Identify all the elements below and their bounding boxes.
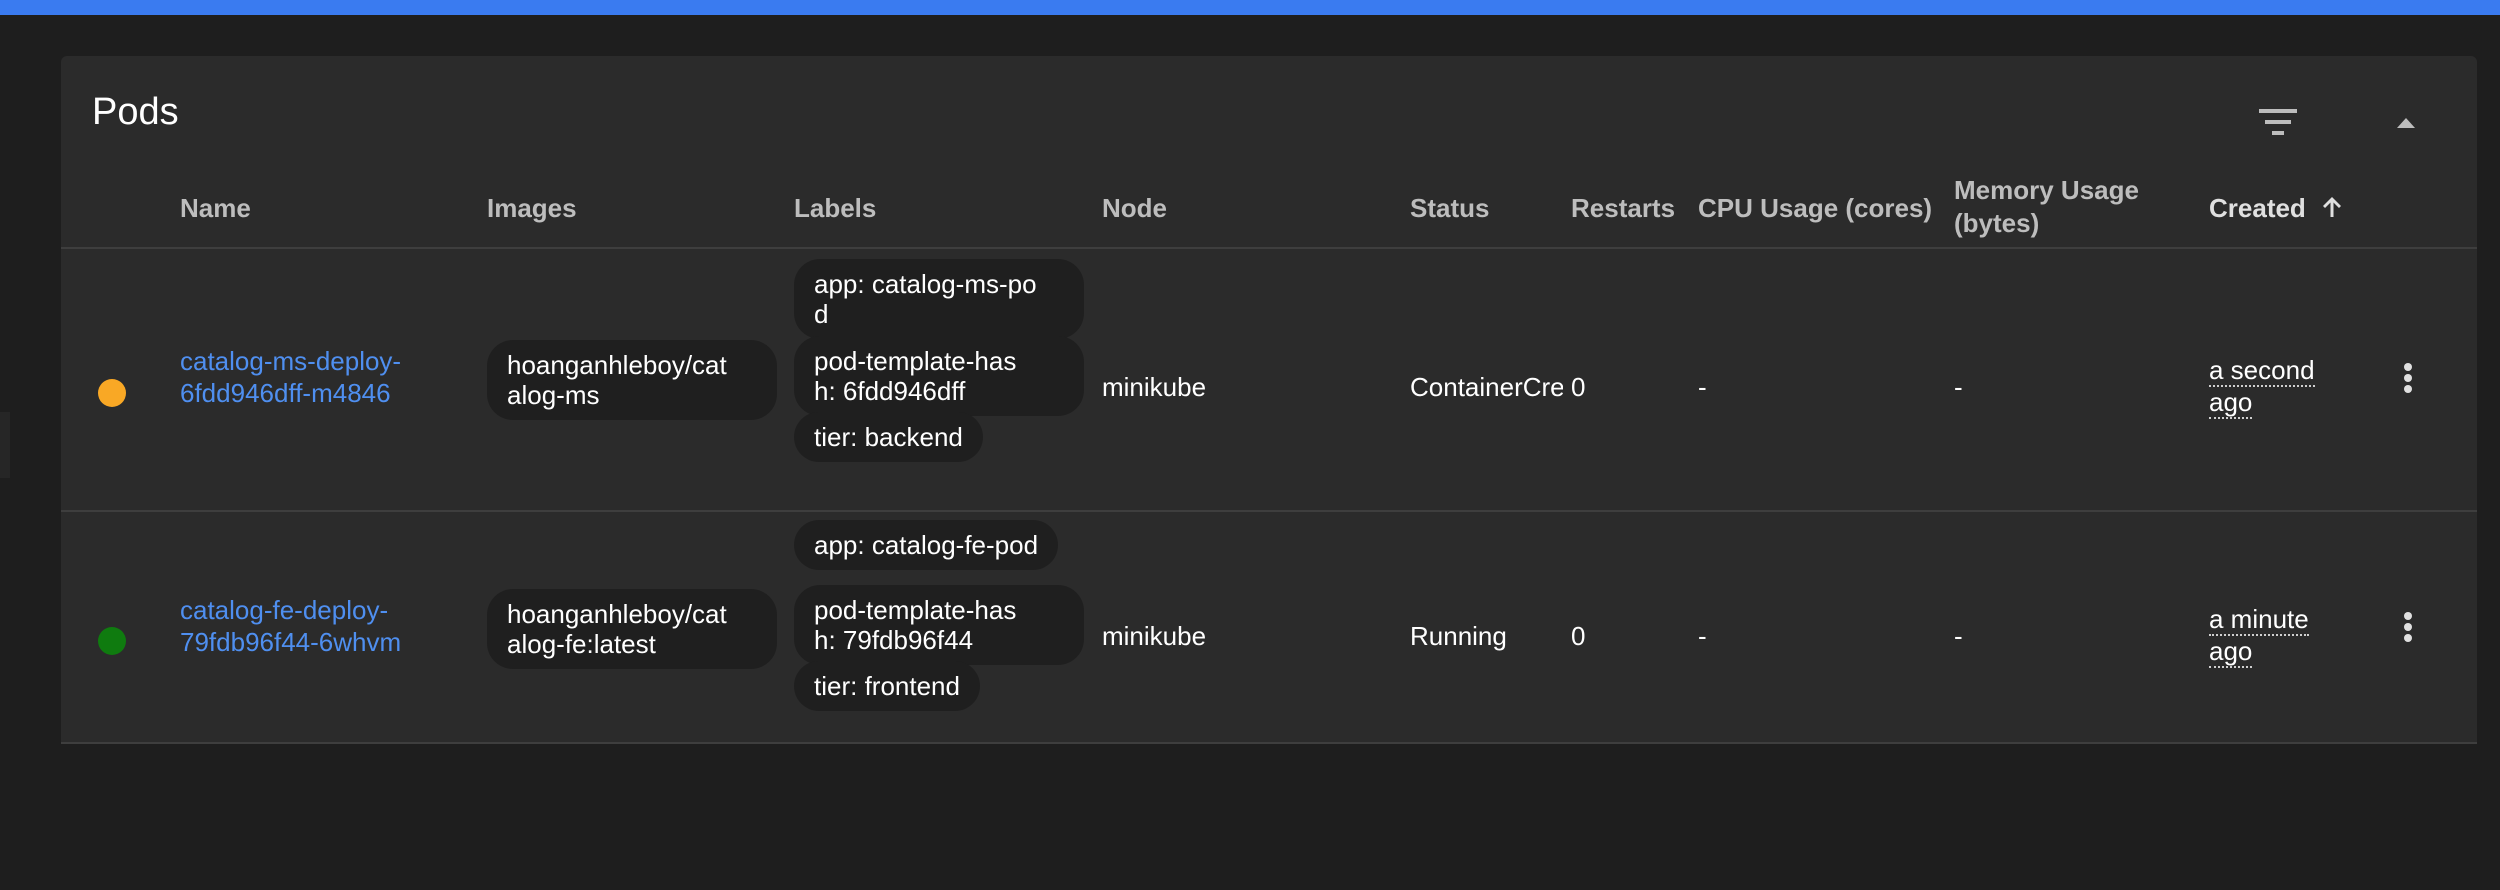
label-chip-tier-text: tier: backend	[814, 422, 963, 452]
header-memory-line1: Memory Usage	[1954, 175, 2139, 205]
status-cell: Running	[1410, 621, 1507, 651]
header-status[interactable]: Status	[1410, 192, 1489, 225]
image-chip-line1: hoanganhleboy/cat	[507, 350, 727, 380]
label-chip-hash-line2: h: 79fdb96f44	[814, 625, 974, 655]
header-created-label: Created	[2209, 193, 2306, 223]
top-accent-bar	[0, 0, 2500, 15]
restarts-cell: 0	[1571, 621, 1586, 651]
header-memory[interactable]: Memory Usage (bytes)	[1954, 174, 2139, 240]
pod-name-line1: catalog-fe-deploy-	[180, 595, 389, 625]
image-chip: hoanganhleboy/cat alog-ms	[487, 340, 777, 420]
filter-icon	[2259, 109, 2297, 135]
memory-cell: -	[1954, 621, 1963, 651]
header-restarts[interactable]: Restarts	[1571, 192, 1675, 225]
header-node[interactable]: Node	[1102, 192, 1167, 225]
label-chip-pod-template-hash: pod-template-has h: 6fdd946dff	[794, 336, 1084, 416]
label-chip-app: app: catalog-fe-pod	[794, 520, 1059, 570]
created-time-line2: ago	[2209, 636, 2253, 668]
pod-name-link[interactable]: catalog-ms-deploy- 6fdd946dff-m4846	[180, 345, 401, 409]
cpu-cell: -	[1698, 621, 1707, 651]
node-cell: minikube	[1102, 621, 1207, 651]
row-actions-button[interactable]	[2388, 597, 2428, 657]
created-time: a minute ago	[2209, 603, 2309, 668]
pods-card: Pods Name Images Labels Node Status Rest…	[61, 56, 2477, 744]
row-actions-button[interactable]	[2388, 348, 2428, 408]
label-chip-hash-line1: pod-template-has	[814, 346, 1017, 376]
pod-name-line1: catalog-ms-deploy-	[180, 346, 402, 376]
label-chip-tier-text: tier: frontend	[814, 671, 960, 701]
pod-name-line2: 79fdb96f44-6whvm	[180, 627, 402, 657]
status-indicator-pending	[98, 379, 126, 407]
header-labels: Labels	[794, 193, 877, 223]
more-vert-icon	[2404, 363, 2412, 393]
label-chip-tier: tier: frontend	[794, 661, 980, 711]
created-time-line1: a minute	[2209, 604, 2309, 636]
side-panel-edge	[0, 412, 10, 478]
memory-cell: -	[1954, 372, 1963, 402]
header-cpu[interactable]: CPU Usage (cores)	[1698, 192, 1932, 225]
arrow-up-icon	[2323, 197, 2342, 217]
table-row: catalog-fe-deploy- 79fdb96f44-6whvm hoan…	[61, 512, 2477, 744]
created-time-line2: ago	[2209, 387, 2253, 419]
label-chip-app-line1: app: catalog-ms-po	[814, 269, 1037, 299]
image-chip-line2: alog-fe:latest	[507, 629, 656, 659]
image-chip-line1: hoanganhleboy/cat	[507, 599, 727, 629]
label-chip-hash-line1: pod-template-has	[814, 595, 1017, 625]
pod-name-link[interactable]: catalog-fe-deploy- 79fdb96f44-6whvm	[180, 594, 401, 658]
node-cell: minikube	[1102, 372, 1207, 402]
status-cell: ContainerCreating	[1410, 372, 1563, 402]
created-time-line1: a second	[2209, 355, 2315, 387]
header-created[interactable]: Created	[2209, 192, 2345, 225]
more-vert-icon	[2404, 612, 2412, 642]
image-chip-line2: alog-ms	[507, 380, 600, 410]
label-chip-app: app: catalog-ms-po d	[794, 259, 1084, 339]
chevron-up-icon	[2397, 118, 2415, 128]
header-memory-line2: (bytes)	[1954, 208, 2040, 238]
status-indicator-running	[98, 627, 126, 655]
header-name[interactable]: Name	[180, 192, 251, 225]
filter-button[interactable]	[2243, 92, 2313, 152]
restarts-cell: 0	[1571, 372, 1586, 402]
table-bottom-divider	[61, 742, 2477, 744]
label-chip-hash-line2: h: 6fdd946dff	[814, 376, 966, 406]
header-images[interactable]: Images	[487, 192, 577, 225]
label-chip-pod-template-hash: pod-template-has h: 79fdb96f44	[794, 585, 1084, 665]
label-chip-tier: tier: backend	[794, 412, 983, 462]
label-chip-app-line2: d	[814, 299, 829, 329]
label-chip-app-text: app: catalog-fe-pod	[814, 530, 1039, 560]
created-time: a second ago	[2209, 354, 2315, 419]
collapse-button[interactable]	[2371, 92, 2441, 152]
pod-name-line2: 6fdd946dff-m4846	[180, 378, 391, 408]
card-title: Pods	[92, 91, 179, 133]
image-chip: hoanganhleboy/cat alog-fe:latest	[487, 589, 777, 669]
cpu-cell: -	[1698, 372, 1707, 402]
